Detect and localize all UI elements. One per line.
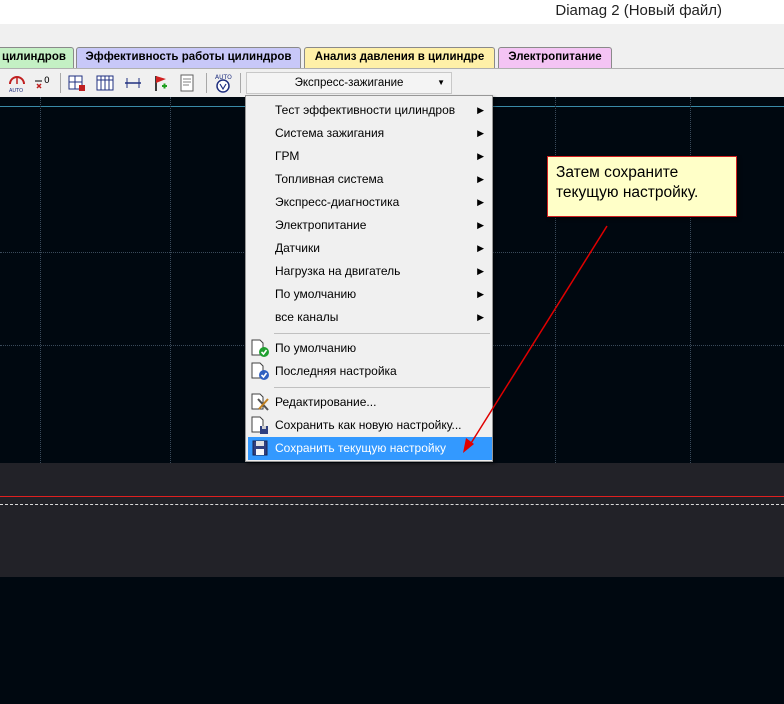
zero-offset-icon[interactable]: 0 — [32, 72, 54, 94]
svg-text:0: 0 — [44, 76, 50, 86]
auto-scale-icon[interactable]: AUTO — [6, 72, 28, 94]
flag-icon[interactable] — [150, 72, 172, 94]
submenu-arrow-icon: ▶ — [477, 266, 484, 276]
menu-item-sensors[interactable]: Датчики ▶ — [248, 237, 492, 260]
menu-item-default-submenu[interactable]: По умолчанию ▶ — [248, 283, 492, 306]
menu-item-ignition-system[interactable]: Система зажигания ▶ — [248, 122, 492, 145]
auto-cylinder-icon[interactable]: AUTO — [212, 72, 234, 94]
svg-text:AUTO: AUTO — [9, 88, 23, 93]
grid-line — [690, 97, 691, 463]
window-title: Diamag 2 (Новый файл) — [555, 2, 722, 19]
submenu-arrow-icon: ▶ — [477, 289, 484, 299]
menu-item-save-as-new[interactable]: Сохранить как новую настройку... — [248, 414, 492, 437]
toolbar-separator — [206, 73, 207, 93]
menu-item-edit[interactable]: Редактирование... — [248, 391, 492, 414]
menu-item-cylinder-efficiency-test[interactable]: Тест эффективности цилиндров ▶ — [248, 99, 492, 122]
menu-separator — [274, 333, 490, 334]
tutorial-callout: Затем сохраните текущую настройку. — [547, 156, 737, 217]
submenu-arrow-icon: ▶ — [477, 128, 484, 138]
submenu-arrow-icon: ▶ — [477, 197, 484, 207]
zero-level-line — [0, 504, 784, 505]
toolbar-separator — [60, 73, 61, 93]
notes-icon[interactable] — [176, 72, 198, 94]
grid-line — [170, 97, 171, 463]
preset-dropdown-menu: Тест эффективности цилиндров ▶ Система за… — [245, 95, 493, 462]
title-bar: Diamag 2 (Новый файл) — [0, 0, 784, 24]
menu-item-fuel-system[interactable]: Топливная система ▶ — [248, 168, 492, 191]
menu-item-last-preset[interactable]: Последняя настройка — [248, 360, 492, 383]
menu-item-engine-load[interactable]: Нагрузка на двигатель ▶ — [248, 260, 492, 283]
menu-item-express-diagnostics[interactable]: Экспресс-диагностика ▶ — [248, 191, 492, 214]
floppy-disk-icon — [252, 440, 268, 456]
document-blue-check-icon — [251, 362, 269, 380]
grid-line — [555, 97, 556, 463]
menu-separator — [274, 387, 490, 388]
menu-item-default-preset[interactable]: По умолчанию — [248, 337, 492, 360]
chevron-down-icon: ▼ — [437, 78, 445, 87]
red-threshold-line — [0, 496, 784, 497]
tab-cylinders[interactable]: цилиндров — [0, 47, 74, 68]
lower-plot[interactable] — [0, 577, 784, 704]
menu-item-all-channels[interactable]: все каналы ▶ — [248, 306, 492, 329]
toolbar: AUTO 0 AUTO Экспресс-зажигание ▼ — [0, 68, 784, 97]
submenu-arrow-icon: ▶ — [477, 312, 484, 322]
cursor-icon[interactable] — [122, 72, 144, 94]
submenu-arrow-icon: ▶ — [477, 220, 484, 230]
preset-combobox[interactable]: Экспресс-зажигание ▼ — [246, 72, 452, 94]
preset-combobox-value: Экспресс-зажигание — [294, 77, 404, 89]
menu-item-save-current[interactable]: Сохранить текущую настройку — [248, 437, 492, 460]
submenu-arrow-icon: ▶ — [477, 151, 484, 161]
callout-text: Затем сохраните текущую настройку. — [556, 164, 699, 201]
tab-cylinder-efficiency[interactable]: Эффективность работы цилиндров — [76, 47, 301, 68]
tab-cylinder-pressure[interactable]: Анализ давления в цилиндре — [304, 47, 495, 68]
submenu-arrow-icon: ▶ — [477, 243, 484, 253]
save-as-icon — [251, 416, 268, 434]
submenu-arrow-icon: ▶ — [477, 174, 484, 184]
grid-icon[interactable] — [66, 72, 88, 94]
document-green-check-icon — [251, 339, 269, 357]
tab-strip: цилиндров Эффективность работы цилиндров… — [0, 24, 784, 68]
edit-tools-icon — [251, 393, 269, 411]
table-icon[interactable] — [94, 72, 116, 94]
menu-item-timing[interactable]: ГРМ ▶ — [248, 145, 492, 168]
secondary-channel-panel[interactable] — [0, 463, 784, 577]
tab-power-supply[interactable]: Электропитание — [498, 47, 612, 68]
toolbar-separator — [240, 73, 241, 93]
submenu-arrow-icon: ▶ — [477, 105, 484, 115]
grid-line — [40, 97, 41, 463]
menu-item-power-supply[interactable]: Электропитание ▶ — [248, 214, 492, 237]
